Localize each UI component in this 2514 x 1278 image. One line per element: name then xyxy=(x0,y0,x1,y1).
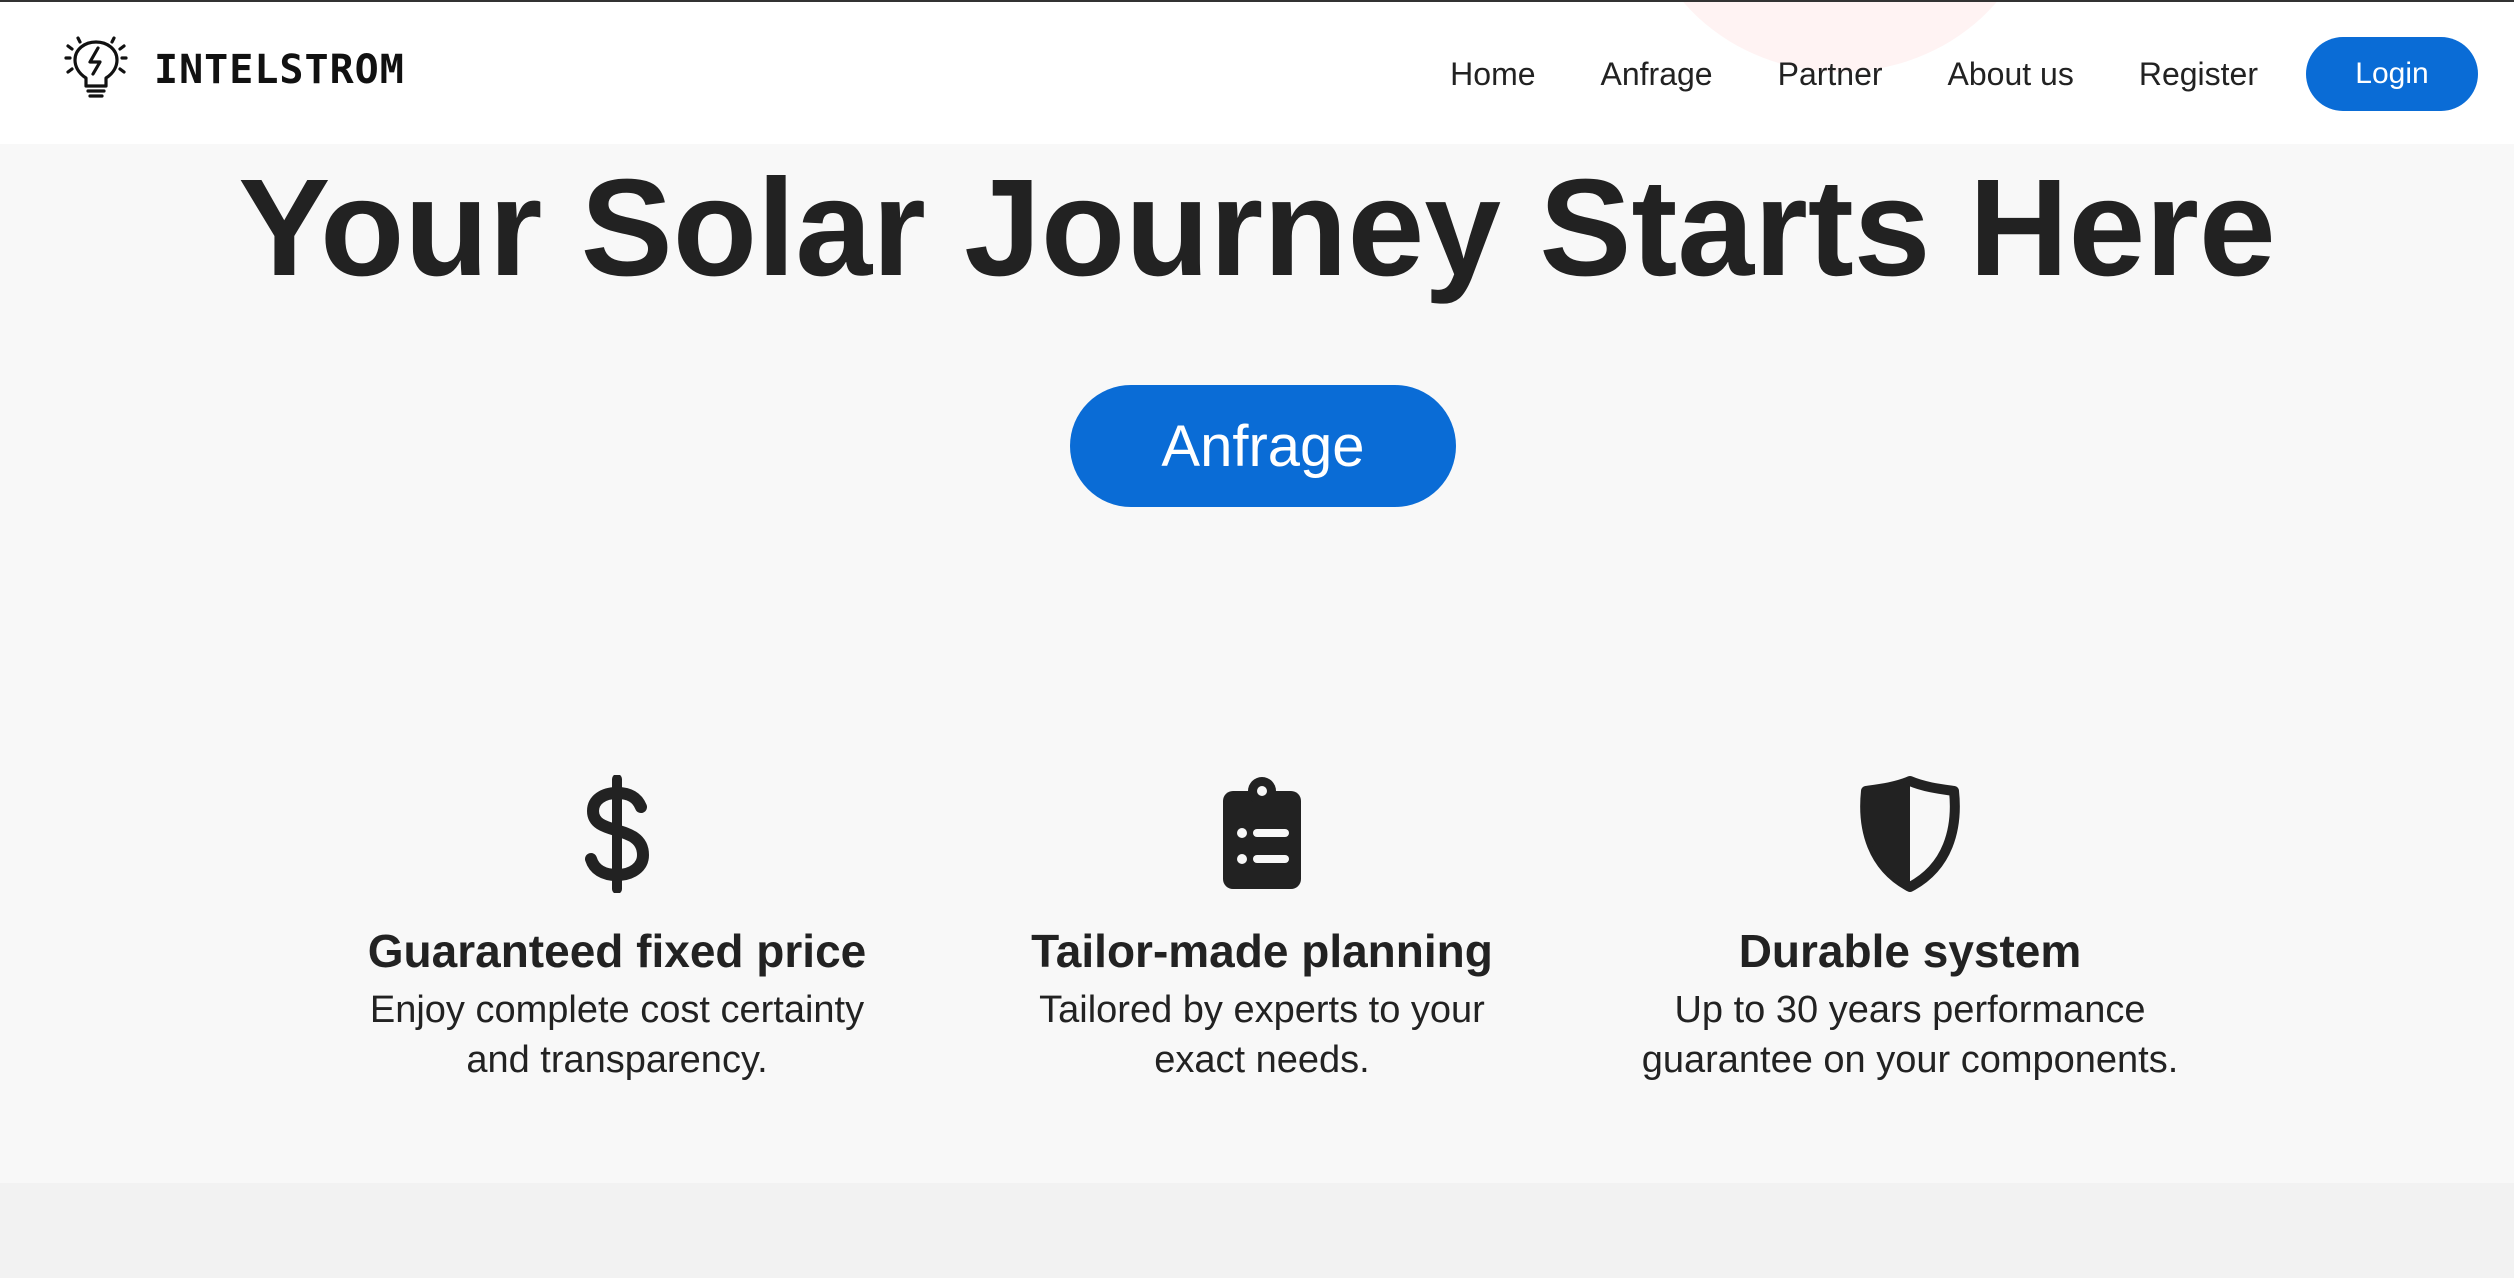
clipboard-list-icon xyxy=(942,775,1582,893)
feature-title: Tailor-made planning xyxy=(1031,925,1493,977)
nav-partner[interactable]: Partner xyxy=(1778,56,1883,93)
brand-name: INTELSTROM xyxy=(154,47,405,93)
feature-text: Tailored by experts to your exact needs. xyxy=(1039,989,1485,1081)
hero-title: Your Solar Journey Starts Here xyxy=(238,151,2276,305)
feature-text: Up to 30 years performance guarantee on … xyxy=(1641,989,2179,1081)
nav-register[interactable]: Register xyxy=(2139,56,2258,93)
main-nav: Home Anfrage Partner About us Register L… xyxy=(1450,36,2478,112)
anfrage-button[interactable]: Anfrage xyxy=(1070,385,1456,507)
login-button[interactable]: Login xyxy=(2306,37,2478,111)
lightbulb-bolt-icon xyxy=(62,36,134,104)
page: INTELSTROM Home Anfrage Partner About us… xyxy=(0,0,2514,1278)
site-header: INTELSTROM Home Anfrage Partner About us… xyxy=(0,0,2514,144)
feature-title: Durable system xyxy=(1738,925,2082,977)
feature-fixed-price: Guaranteed fixed price Enjoy complete co… xyxy=(297,775,937,1085)
feature-durable-system: Durable system Up to 30 years performanc… xyxy=(1590,775,2230,1085)
feature-text: Enjoy complete cost certainty and transp… xyxy=(369,989,865,1081)
footer-band xyxy=(0,1183,2514,1278)
nav-anfrage[interactable]: Anfrage xyxy=(1601,56,1713,93)
nav-home[interactable]: Home xyxy=(1450,56,1535,93)
feature-title: Guaranteed fixed price xyxy=(367,925,867,977)
feature-tailor-made: Tailor-made planning Tailored by experts… xyxy=(942,775,1582,1085)
nav-about-us[interactable]: About us xyxy=(1948,56,2074,93)
shield-icon xyxy=(1590,775,2230,893)
brand-logo[interactable]: INTELSTROM xyxy=(62,36,405,104)
dollar-icon xyxy=(297,775,937,893)
